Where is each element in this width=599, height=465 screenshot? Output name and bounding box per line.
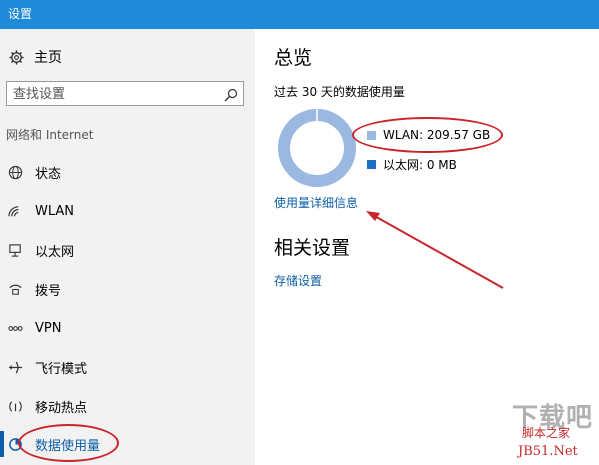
sidebar-item-airplane[interactable]: 飞行模式 — [7, 354, 247, 380]
watermark-text-1: 脚本之家 — [522, 426, 571, 440]
wifi-icon — [7, 203, 23, 219]
sidebar-item-wlan[interactable]: WLAN — [7, 198, 247, 224]
sidebar-item-label: VPN — [35, 320, 62, 336]
legend-wlan: WLAN: 209.57 GB — [367, 128, 490, 142]
legend-ethernet: 以太网: 0 MB — [367, 156, 457, 173]
sidebar-home-label: 主页 — [34, 50, 62, 66]
hotspot-icon — [7, 398, 23, 414]
dialup-icon — [7, 281, 23, 297]
overview-title: 总览 — [274, 47, 313, 69]
sidebar-item-data-usage[interactable]: 数据使用量 — [7, 431, 247, 457]
sidebar-item-ethernet[interactable]: 以太网 — [7, 237, 247, 263]
sidebar-item-label: 以太网 — [35, 244, 75, 260]
window-titlebar: 设置 — [0, 0, 599, 29]
overview-subtitle: 过去 30 天的数据使用量 — [274, 85, 405, 99]
ethernet-icon — [7, 242, 23, 258]
sidebar-item-hotspot[interactable]: 移动热点 — [7, 393, 247, 419]
sidebar-item-status[interactable]: 状态 — [7, 159, 247, 185]
sidebar-item-label: 移动热点 — [35, 400, 88, 416]
section-label-network: 网络和 Internet — [6, 128, 94, 142]
sidebar-item-label: WLAN — [35, 203, 75, 219]
donut-segment-wlan — [278, 109, 356, 187]
search-box — [6, 81, 244, 106]
legend-wlan-label: WLAN: 209.57 GB — [383, 128, 491, 142]
legend-swatch-ethernet — [367, 160, 376, 169]
data-usage-icon — [7, 436, 23, 452]
search-icon[interactable] — [224, 87, 238, 102]
globe-icon — [7, 164, 23, 180]
sidebar-item-label: 数据使用量 — [35, 438, 101, 454]
related-settings-title: 相关设置 — [274, 237, 351, 259]
sidebar-home[interactable]: 主页 — [8, 47, 62, 67]
sidebar-item-label: 飞行模式 — [35, 361, 88, 377]
sidebar-item-label: 状态 — [35, 166, 62, 182]
sidebar-item-vpn[interactable]: VPN — [7, 315, 247, 341]
usage-details-link[interactable]: 使用量详细信息 — [274, 194, 358, 211]
search-input[interactable] — [13, 85, 213, 103]
watermark-text-2: JB51.Net — [518, 444, 578, 459]
legend-swatch-wlan — [367, 130, 376, 140]
active-indicator — [0, 431, 4, 457]
gear-icon — [8, 49, 24, 65]
storage-settings-link[interactable]: 存储设置 — [274, 272, 322, 289]
legend-ethernet-label: 以太网: 0 MB — [383, 158, 457, 172]
sidebar-item-dialup[interactable]: 拨号 — [7, 276, 247, 302]
vpn-icon — [7, 320, 23, 336]
usage-donut-chart — [278, 109, 356, 187]
window-title: 设置 — [8, 7, 33, 21]
airplane-icon — [7, 359, 23, 375]
sidebar-item-label: 拨号 — [35, 283, 62, 299]
